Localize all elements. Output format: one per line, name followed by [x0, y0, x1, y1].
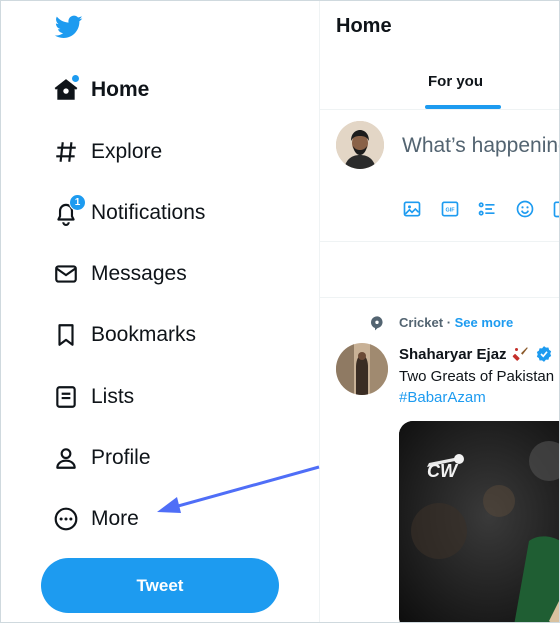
hashtag-icon — [41, 137, 91, 167]
notification-badge: 1 — [69, 194, 86, 211]
topic-context: Cricket · See more — [371, 315, 514, 331]
divider — [320, 109, 559, 110]
hashtag-link[interactable]: #BabarAzam — [399, 389, 486, 406]
sidebar-item-more[interactable]: More — [41, 495, 139, 543]
sidebar-item-label: Explore — [91, 140, 163, 163]
avatar[interactable] — [336, 121, 384, 169]
sidebar-item-label: Profile — [91, 446, 151, 469]
sidebar-item-lists[interactable]: Lists — [41, 373, 134, 421]
image-icon[interactable] — [402, 199, 422, 219]
tweet-media-image[interactable]: CW — [399, 421, 559, 622]
divider — [320, 297, 559, 298]
main-timeline: Home For you What’s happening? GIF Crick… — [320, 1, 560, 622]
schedule-icon[interactable] — [552, 199, 560, 219]
sidebar-item-messages[interactable]: Messages — [41, 250, 187, 298]
sidebar: Home Explore 1 Notifications Messages Bo… — [1, 1, 319, 622]
sidebar-item-explore[interactable]: Explore — [41, 128, 162, 176]
person-icon — [41, 443, 91, 473]
tweet-author[interactable]: Shaharyar Ejaz — [399, 345, 553, 363]
list-icon — [41, 382, 91, 412]
sidebar-item-bookmarks[interactable]: Bookmarks — [41, 311, 196, 359]
new-content-dot — [72, 75, 79, 82]
topic-name[interactable]: Cricket — [399, 315, 443, 330]
topic-bubble-icon — [371, 316, 383, 331]
svg-text:GIF: GIF — [445, 208, 455, 214]
cricket-bat-icon — [512, 347, 528, 361]
topic-separator: · — [443, 315, 455, 330]
sidebar-item-home[interactable]: Home — [41, 66, 149, 114]
sidebar-item-label: Notifications — [91, 201, 206, 224]
verified-badge-icon — [536, 346, 551, 362]
author-avatar[interactable] — [336, 343, 388, 395]
compose-input[interactable]: What’s happening? — [402, 134, 559, 158]
tweet-button[interactable]: Tweet — [41, 558, 279, 613]
tweet-text: Two Greats of Pakistan — [399, 368, 555, 385]
sidebar-item-notifications[interactable]: 1 Notifications — [41, 189, 205, 237]
author-name[interactable]: Shaharyar Ejaz — [399, 346, 507, 363]
see-more-link[interactable]: See more — [455, 315, 514, 330]
twitter-logo-icon[interactable] — [53, 13, 85, 41]
sidebar-item-label: Lists — [91, 385, 135, 408]
sidebar-item-label: More — [91, 507, 139, 530]
sidebar-item-label: Home — [91, 78, 150, 101]
sidebar-item-label: Messages — [91, 262, 187, 285]
sidebar-item-profile[interactable]: Profile — [41, 434, 151, 482]
app-window: Home Explore 1 Notifications Messages Bo… — [0, 0, 560, 623]
page-title: Home — [336, 15, 392, 37]
sidebar-item-label: Bookmarks — [91, 323, 197, 346]
svg-text:CW: CW — [427, 461, 459, 481]
emoji-icon[interactable] — [515, 199, 535, 219]
home-icon — [41, 75, 91, 105]
envelope-icon — [41, 259, 91, 289]
bookmark-icon — [41, 320, 91, 350]
poll-icon[interactable] — [477, 199, 497, 219]
more-circle-icon — [41, 504, 91, 534]
bell-icon: 1 — [41, 194, 91, 228]
gif-icon[interactable]: GIF — [440, 199, 460, 219]
annotation-arrow — [157, 465, 320, 513]
divider — [320, 241, 559, 242]
tab-for-you[interactable]: For you — [428, 73, 483, 90]
